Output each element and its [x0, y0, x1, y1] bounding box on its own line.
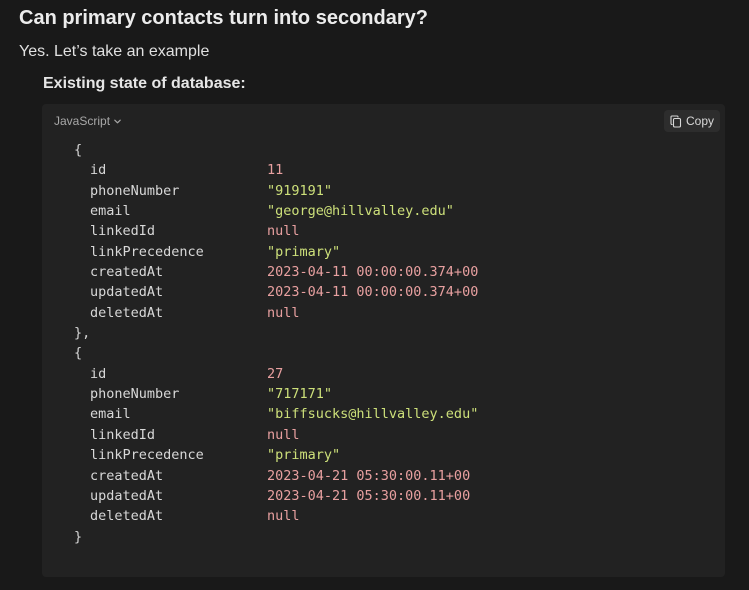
- code-key: id: [90, 162, 107, 179]
- code-key: email: [90, 406, 131, 423]
- code-block-header: JavaScript Copy: [42, 104, 725, 138]
- code-key: deletedAt: [90, 508, 164, 525]
- code-value: null: [267, 304, 300, 321]
- code-brace: {: [74, 345, 83, 362]
- code-key: updatedAt: [90, 487, 164, 504]
- code-key: phoneNumber: [90, 182, 180, 199]
- code-key: linkedId: [90, 223, 156, 240]
- code-value: null: [267, 508, 300, 525]
- code-key: linkedId: [90, 426, 156, 443]
- copy-label: Copy: [685, 114, 714, 128]
- code-key: email: [90, 203, 131, 220]
- code-value: 2023-04-21 05:30:00.11+00: [267, 467, 471, 484]
- code-value: 27: [267, 365, 284, 382]
- code-key: createdAt: [90, 264, 164, 281]
- code-value: "biffsucks@hillvalley.edu": [267, 406, 479, 423]
- code-brace: },: [74, 325, 91, 342]
- copy-button[interactable]: Copy: [663, 110, 720, 132]
- chevron-down-icon: [113, 117, 122, 126]
- code-value: 2023-04-21 05:30:00.11+00: [267, 487, 471, 504]
- copy-icon: [670, 114, 682, 128]
- code-value: 2023-04-11 00:00:00.374+00: [267, 264, 479, 281]
- code-key: updatedAt: [90, 284, 164, 301]
- code-value: 2023-04-11 00:00:00.374+00: [267, 284, 479, 301]
- code-value: "primary": [267, 447, 341, 464]
- code-value: "919191": [267, 182, 333, 199]
- code-key: linkPrecedence: [90, 447, 204, 464]
- code-brace: {: [74, 142, 83, 158]
- code-value: "717171": [267, 386, 333, 403]
- code-value: null: [267, 426, 300, 443]
- code-key: linkPrecedence: [90, 243, 204, 260]
- language-label: JavaScript: [54, 114, 111, 128]
- code-value: 11: [267, 162, 284, 179]
- code-key: deletedAt: [90, 304, 164, 321]
- code-key: id: [90, 365, 107, 382]
- code-block: JavaScript Copy { id 11 phoneNumber "919191"…: [42, 104, 725, 577]
- code-brace: }: [74, 528, 83, 545]
- intro-text: Yes. Let’s take an example: [19, 43, 210, 60]
- code-key: createdAt: [90, 467, 164, 484]
- language-selector[interactable]: JavaScript: [54, 114, 122, 128]
- code-key: phoneNumber: [90, 386, 180, 403]
- code-value: "george@hillvalley.edu": [267, 203, 454, 220]
- page-heading: Can primary contacts turn into secondary…: [19, 7, 428, 29]
- code-value: null: [267, 223, 300, 240]
- section-subheading: Existing state of database:: [43, 75, 246, 92]
- code-value: "primary": [267, 243, 341, 260]
